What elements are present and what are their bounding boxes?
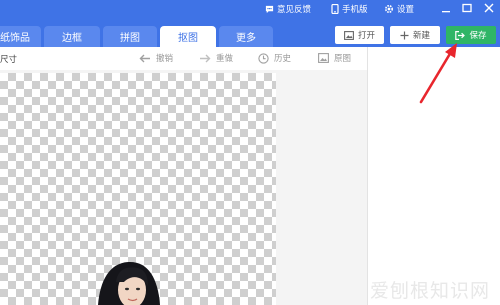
mobile-label: 手机版	[342, 4, 368, 14]
plus-icon	[400, 31, 409, 39]
save-label: 保存	[469, 30, 487, 40]
history-label: 历史	[274, 53, 292, 63]
edit-toolbar: 尺寸 撤销 重做 历史 原图	[0, 47, 368, 70]
tab-decorations-label: 纸饰品	[0, 33, 30, 44]
tab-cutout[interactable]: 抠图	[160, 26, 216, 47]
open-label: 打开	[357, 30, 375, 40]
phone-icon	[331, 4, 339, 14]
picture-icon	[318, 53, 329, 63]
undo-button[interactable]: 撤销	[139, 52, 173, 64]
tab-borders-label: 边框	[62, 33, 82, 44]
chat-bubble-icon	[265, 5, 274, 13]
feedback-link[interactable]: 意见反馈	[265, 0, 311, 18]
arrow-left-icon	[139, 54, 150, 62]
mobile-version-link[interactable]: 手机版	[331, 0, 368, 18]
canvas-area	[0, 70, 368, 305]
feedback-label: 意见反馈	[277, 4, 312, 14]
tab-more[interactable]: 更多	[219, 26, 273, 47]
settings-link[interactable]: 设置	[384, 0, 414, 18]
close-button[interactable]	[481, 0, 497, 16]
undo-label: 撤销	[156, 53, 174, 63]
export-icon	[455, 30, 466, 40]
redo-label: 重做	[216, 53, 234, 63]
open-button[interactable]: 打开	[335, 26, 384, 44]
gear-icon	[384, 4, 394, 14]
tab-cutout-label: 抠图	[178, 33, 198, 44]
portrait-photo	[98, 262, 160, 305]
watermark-text: 爱刨根知识网	[370, 280, 491, 302]
close-icon	[484, 3, 494, 13]
photo-editor-window: 意见反馈 手机版 设置 纸饰品 边框 拼图 抠图 更多 打开 新建 保存 尺寸 …	[0, 0, 500, 305]
image-icon	[344, 30, 354, 40]
main-tabs: 纸饰品 边框 拼图 抠图 更多	[0, 26, 276, 47]
arrow-right-icon	[200, 54, 211, 62]
settings-label: 设置	[397, 4, 415, 14]
maximize-icon	[462, 3, 472, 13]
original-image-button[interactable]: 原图	[318, 52, 351, 64]
history-button[interactable]: 历史	[258, 52, 291, 64]
tab-borders[interactable]: 边框	[44, 26, 100, 47]
minimize-button[interactable]	[438, 0, 454, 16]
clock-icon	[258, 52, 269, 64]
tab-more-label: 更多	[236, 33, 256, 44]
red-arrow-annotation	[419, 43, 457, 104]
size-label: 尺寸	[0, 54, 18, 64]
minimize-icon	[442, 11, 450, 13]
maximize-button[interactable]	[459, 0, 475, 16]
redo-button[interactable]: 重做	[199, 52, 233, 64]
tab-decorations[interactable]: 纸饰品	[0, 26, 41, 47]
tab-collage-label: 拼图	[120, 33, 140, 44]
tab-collage[interactable]: 拼图	[103, 26, 157, 47]
original-label: 原图	[334, 53, 352, 63]
